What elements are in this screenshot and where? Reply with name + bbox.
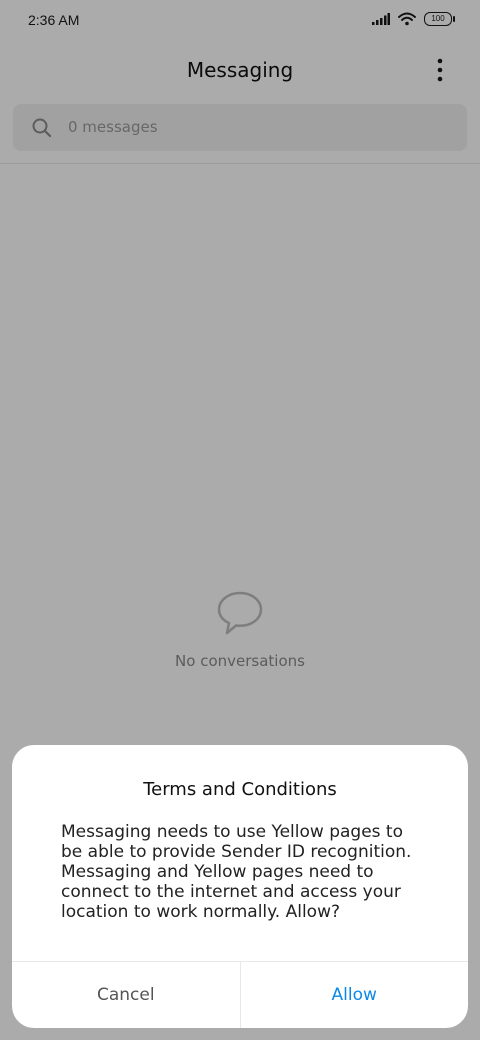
cancel-button[interactable]: Cancel [12, 962, 241, 1028]
allow-button[interactable]: Allow [241, 962, 469, 1028]
dialog-button-bar: Cancel Allow [12, 961, 468, 1028]
dialog-message: Messaging needs to use Yellow pages to b… [61, 822, 412, 922]
terms-dialog: Terms and Conditions Messaging needs to … [12, 745, 468, 1028]
dialog-title: Terms and Conditions [143, 779, 337, 800]
